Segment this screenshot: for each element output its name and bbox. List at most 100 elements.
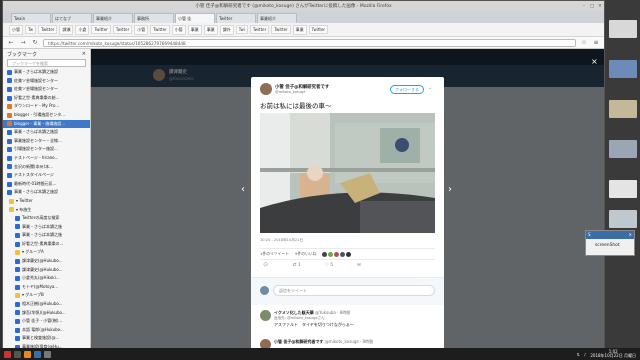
browser-tab[interactable]: はてなブ	[52, 13, 92, 23]
firefox-icon[interactable]	[24, 350, 31, 358]
minimize-icon[interactable]: –	[580, 4, 588, 9]
taskbar-app-icon[interactable]	[34, 350, 41, 358]
next-arrow-icon[interactable]: ›	[448, 184, 452, 195]
bookmark-item[interactable]: テストページ - hirano...	[3, 154, 90, 163]
reply-icon[interactable]: 💬︎	[263, 263, 269, 273]
bookmark-item[interactable]: ▾ 布施生	[3, 206, 90, 215]
bookmark-toolbar-item[interactable]: Twitter	[38, 25, 58, 34]
browser-tab[interactable]: 事業紹介	[257, 13, 297, 23]
bookmark-item[interactable]: 小倉秀丸(@Hikoki...	[3, 274, 90, 283]
taskbar-app-icon[interactable]	[44, 350, 51, 358]
bookmark-toolbar-item[interactable]: 課瀬	[59, 24, 74, 35]
prev-arrow-icon[interactable]: ‹	[241, 184, 245, 195]
bookmark-toolbar-item[interactable]: 小倉	[75, 24, 90, 35]
reply-input[interactable]: 返信をツイート	[273, 285, 435, 296]
bookmark-item[interactable]: ▾ グループB	[3, 291, 90, 300]
browser-tab-active[interactable]: 小管 佳	[175, 13, 215, 23]
bookmark-item[interactable]: 相木正樹(@Hukubo...	[3, 300, 90, 309]
browser-tab[interactable]: Twitter	[216, 13, 256, 23]
bookmark-toolbar-item[interactable]: 小管	[134, 24, 149, 35]
bookmark-item[interactable]: ▾ グループA	[3, 248, 90, 257]
close-icon[interactable]: ✕	[596, 4, 604, 9]
bookmark-item[interactable]: blogger - 事業・施場施設...	[3, 119, 90, 129]
bookmark-item[interactable]: 事業・さらば本讀之施	[3, 231, 90, 240]
bookmark-item[interactable]: 好看之世-素典樂樂の創...	[3, 94, 90, 103]
bookmark-toolbar-item[interactable]: Twitter	[91, 25, 111, 34]
url-bar[interactable]: https://twitter.com/mikoto_kosuge/status…	[43, 38, 576, 47]
retweet-count-link[interactable]: 1件のリツイート	[260, 251, 289, 257]
bookmark-toolbar-item[interactable]: Twitter	[150, 25, 170, 34]
bookmark-item[interactable]: テストスタイルページ	[3, 171, 90, 180]
follow-button[interactable]: フォローする	[390, 85, 424, 94]
bookmark-star-icon[interactable]: ☆	[580, 39, 588, 46]
bookmark-item[interactable]: 引場施設センター施設...	[3, 145, 90, 154]
tab-bar: Twain はてなブ 事業紹介 事務所 小管 佳 Twitter 事業紹介	[3, 11, 604, 23]
user-avatar	[260, 286, 269, 295]
bookmark-item[interactable]: 佐美ソ芸場施設センター	[3, 77, 90, 86]
bookmark-item[interactable]: 事業・さらば本讀之施設	[3, 128, 90, 137]
menu-icon[interactable]: ≡	[592, 39, 600, 46]
taskbar-app-icon[interactable]	[14, 350, 21, 358]
chevron-down-icon[interactable]: ⌄	[428, 85, 432, 91]
taskbar: ⇅ ♪ 1:02 2018年10月22日 月曜日	[0, 348, 640, 360]
back-icon[interactable]: ←	[7, 39, 15, 46]
bookmark-item[interactable]: モトヤ(@Motoya...	[3, 283, 90, 292]
retweet-button[interactable]: ⇄ 1	[293, 263, 301, 273]
bookmark-item[interactable]: 課津蘭史(@Hukubo...	[3, 266, 90, 275]
bookmark-item[interactable]: 最新時代-01時間元気...	[3, 180, 90, 189]
browser-tab[interactable]: 事業紹介	[93, 13, 133, 23]
bookmark-item[interactable]: 本語 竜郎(@Hukubo...	[3, 326, 90, 335]
bookmark-toolbar-item[interactable]: 小管	[171, 24, 186, 35]
browser-tab[interactable]: Twain	[11, 13, 51, 23]
bookmark-item[interactable]: blogger - 引場施設センタ...	[3, 111, 90, 120]
bookmark-item[interactable]: ダウンロード - My Pro...	[3, 102, 90, 111]
bookmark-item[interactable]: 金沢の新聞(本州)本...	[3, 163, 90, 172]
bookmark-item[interactable]: 課吾(竿帆)(@Hukubo...	[3, 309, 90, 318]
bookmark-toolbar-item[interactable]: 小管	[9, 24, 23, 35]
bookmark-item[interactable]: 事業・さらば本讀之施設	[3, 68, 90, 77]
tweet-timestamp[interactable]: 10:20 - 2018年10月21日	[260, 238, 303, 243]
bookmark-item[interactable]: ▾ Twitter	[3, 197, 90, 206]
bookmark-toolbar-item[interactable]: Twi	[235, 25, 248, 34]
bookmark-item[interactable]: Twitterの高度な検索	[3, 214, 90, 223]
network-icon[interactable]: ⇅	[576, 352, 579, 357]
dm-icon[interactable]: ✉	[357, 263, 361, 273]
bookmark-toolbar-item[interactable]: Twitter	[308, 25, 329, 34]
bookmark-toolbar-item[interactable]: 事業	[203, 24, 218, 35]
maximize-icon[interactable]: □	[588, 4, 596, 9]
tweet-photo[interactable]	[260, 113, 435, 233]
popup-close-icon[interactable]: ✕	[629, 231, 632, 239]
volume-icon[interactable]: ♪	[584, 352, 587, 357]
bookmark-item[interactable]: 好看之世-素典樂樂の...	[3, 240, 90, 249]
bookmark-toolbar-item[interactable]: Twitter	[271, 25, 291, 34]
reply-author-name[interactable]: 小管 佳子@和解研究者です @mikoto_kosuge · 8時間	[274, 339, 373, 345]
bookmark-toolbar-item[interactable]: 課外	[219, 24, 234, 35]
start-menu-icon[interactable]	[4, 350, 11, 358]
bookmark-item[interactable]: 事業施設センター・全線...	[3, 137, 90, 146]
bookmark-search-input[interactable]: ブックマークを検索	[7, 59, 86, 67]
like-button[interactable]: ♡ 5	[325, 263, 333, 273]
like-count-link[interactable]: 5件のいいね	[295, 251, 316, 257]
bookmark-item[interactable]: 事業・さらば本讀之施	[3, 223, 90, 232]
bookmark-item[interactable]: 課津蘭史(@Hukubo...	[3, 257, 90, 266]
reload-icon[interactable]: ↻	[31, 39, 39, 46]
forward-icon[interactable]: →	[19, 39, 27, 46]
popup-label[interactable]: screenShot	[586, 239, 634, 248]
clock[interactable]: 1:02 2018年10月22日 月曜日	[590, 349, 636, 359]
bookmarks-sidebar: ブックマーク × ブックマークを検索 事業・さらば本讀之施設 佐美ソ芸場施設センタ…	[3, 49, 91, 349]
bookmark-toolbar-item[interactable]: Twitter	[112, 25, 133, 34]
author-avatar[interactable]	[260, 83, 272, 95]
bookmark-item[interactable]: 佐美ソ芸場施設センター	[3, 85, 90, 94]
bookmark-toolbar-item[interactable]: 事業	[292, 24, 307, 35]
bookmark-toolbar-item[interactable]: Twitter	[249, 25, 270, 34]
bookmark-toolbar-item[interactable]: Tw	[25, 25, 37, 34]
reply-avatar[interactable]	[260, 310, 271, 321]
bookmark-favicon-icon	[15, 258, 20, 264]
sidebar-close-icon[interactable]: ×	[82, 51, 86, 57]
bookmark-toolbar-item[interactable]: 事業	[187, 24, 202, 35]
bookmark-item[interactable]: 事業・さらば本讀之施設	[3, 188, 90, 197]
modal-close-icon[interactable]: ×	[591, 57, 598, 66]
bookmark-item[interactable]: 小管 佳子 - 小管(樹)...	[3, 317, 90, 326]
browser-tab[interactable]: 事務所	[134, 13, 174, 23]
bookmark-item[interactable]: 事業と検査施設(@...	[3, 334, 90, 343]
